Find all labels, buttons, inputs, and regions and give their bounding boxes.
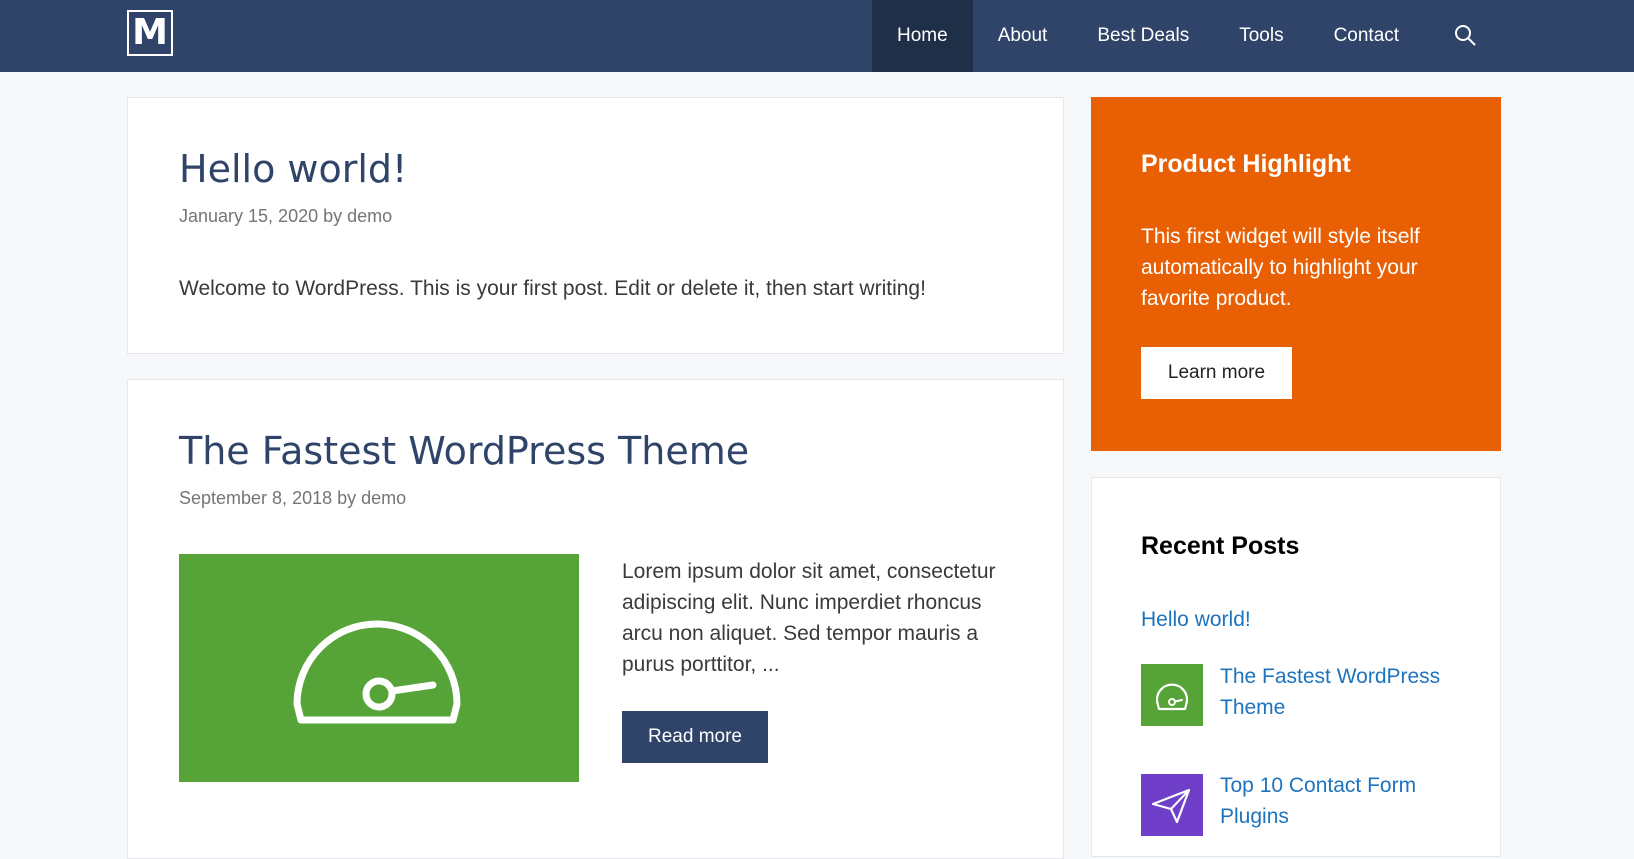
- learn-more-button[interactable]: Learn more: [1141, 347, 1292, 399]
- speedometer-icon: [293, 620, 461, 724]
- widget-title: Product Highlight: [1141, 150, 1351, 178]
- site-logo[interactable]: M: [127, 10, 173, 56]
- search-icon[interactable]: [1452, 22, 1480, 50]
- site-header: M Home About Best Deals Tools Contact: [0, 0, 1634, 72]
- post-excerpt: Lorem ipsum dolor sit amet, consectetur …: [622, 560, 996, 676]
- post-date[interactable]: January 15, 2020: [179, 206, 318, 226]
- product-highlight-widget: Product Highlight This first widget will…: [1091, 97, 1501, 451]
- post-by: by: [337, 488, 357, 508]
- post-title[interactable]: The Fastest WordPress Theme: [179, 429, 749, 473]
- recent-post-thumbnail[interactable]: [1141, 774, 1203, 836]
- post-title[interactable]: Hello world!: [179, 147, 407, 191]
- speedometer-icon: [1155, 683, 1189, 711]
- post-author[interactable]: demo: [361, 488, 406, 508]
- paper-plane-icon: [1151, 788, 1191, 824]
- nav-item-about[interactable]: About: [973, 0, 1073, 72]
- recent-posts-widget: Recent Posts Hello world! The Fastest Wo…: [1091, 477, 1501, 857]
- widget-text: This first widget will style itself auto…: [1141, 225, 1420, 310]
- post-card: The Fastest WordPress Theme September 8,…: [127, 379, 1064, 859]
- nav-item-tools[interactable]: Tools: [1214, 0, 1308, 72]
- read-more-button[interactable]: Read more: [622, 711, 768, 763]
- post-date[interactable]: September 8, 2018: [179, 488, 332, 508]
- post-thumbnail[interactable]: [179, 554, 579, 782]
- main-nav: Home About Best Deals Tools Contact: [872, 0, 1424, 72]
- recent-post-link[interactable]: Hello world!: [1141, 604, 1251, 635]
- recent-post-thumbnail[interactable]: [1141, 664, 1203, 726]
- post-excerpt: Welcome to WordPress. This is your first…: [179, 277, 926, 300]
- nav-item-home[interactable]: Home: [872, 0, 973, 72]
- nav-item-contact[interactable]: Contact: [1309, 0, 1424, 72]
- post-by: by: [323, 206, 343, 226]
- recent-post-link[interactable]: Top 10 Contact Form Plugins: [1220, 770, 1460, 832]
- post-meta: January 15, 2020 by demo: [179, 206, 392, 227]
- nav-item-best-deals[interactable]: Best Deals: [1072, 0, 1214, 72]
- post-author[interactable]: demo: [347, 206, 392, 226]
- recent-post-link[interactable]: The Fastest WordPress Theme: [1220, 661, 1460, 723]
- post-card: Hello world! January 15, 2020 by demo We…: [127, 97, 1064, 354]
- post-meta: September 8, 2018 by demo: [179, 488, 406, 509]
- widget-title: Recent Posts: [1141, 532, 1300, 560]
